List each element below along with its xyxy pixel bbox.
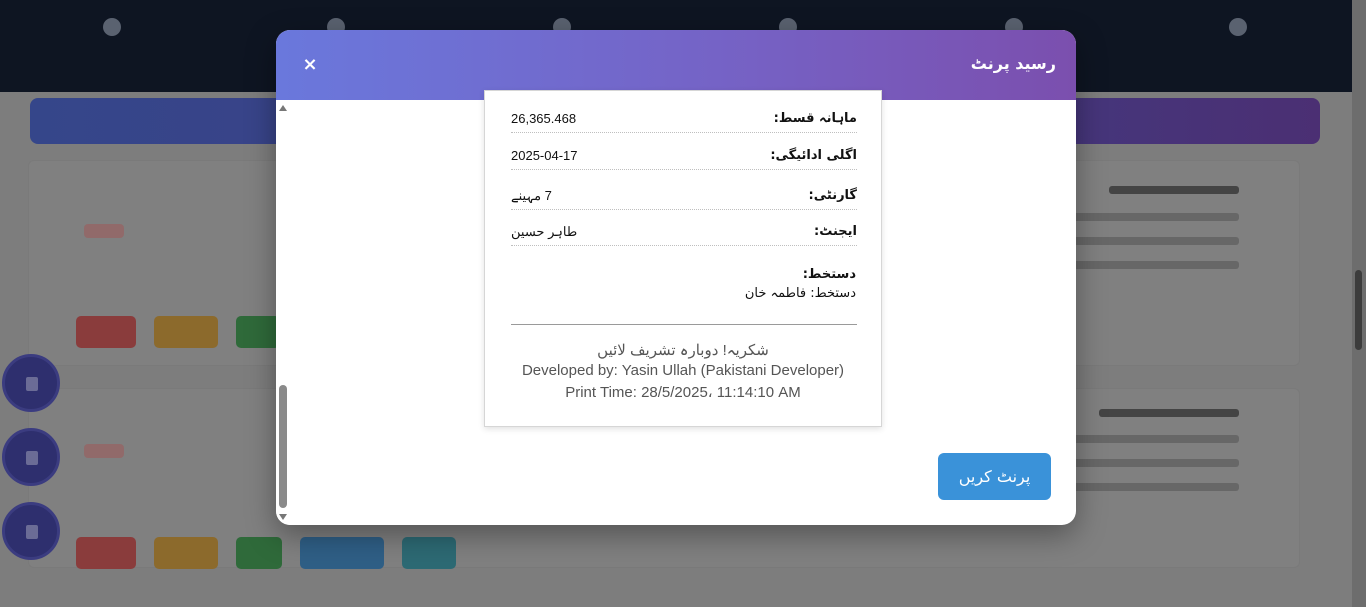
row-label: ماہانہ قسط: bbox=[773, 111, 857, 126]
row-label: ایجنٹ: bbox=[814, 224, 857, 239]
signature-label: دستخط: bbox=[802, 267, 856, 282]
receipt-preview: ماہانہ قسط: 26,365.468 اگلی ادائیگی: 202… bbox=[484, 90, 882, 427]
close-icon[interactable]: × bbox=[300, 55, 320, 75]
print-time: Print Time: 28/5/2025، 11:14:10 AM bbox=[565, 384, 801, 401]
receipt-row-next-payment: اگلی ادائیگی: 2025-04-17 bbox=[511, 144, 857, 170]
row-value: طاہر حسین bbox=[511, 224, 578, 239]
nav-item-home bbox=[1208, 18, 1268, 46]
row-value: 2025-04-17 bbox=[511, 148, 578, 163]
modal-title: رسید پرنٹ bbox=[970, 54, 1056, 73]
print-receipt-modal: × رسید پرنٹ ماہانہ قسط: 26,365.468 اگلی … bbox=[276, 30, 1076, 525]
status-badge bbox=[84, 224, 124, 238]
modal-scrollbar[interactable] bbox=[276, 100, 290, 525]
receipt-row-monthly-installment: ماہانہ قسط: 26,365.468 bbox=[511, 107, 857, 133]
print-button[interactable]: پرنٹ کریں bbox=[938, 453, 1051, 500]
bg-button bbox=[236, 316, 280, 348]
page-scrollbar-thumb[interactable] bbox=[1355, 270, 1362, 350]
floating-action-button bbox=[2, 428, 60, 486]
developer-credit: Developed by: Yasin Ullah (Pakistani Dev… bbox=[521, 362, 845, 379]
bg-button bbox=[76, 537, 136, 569]
receipt-divider bbox=[511, 324, 857, 325]
scroll-up-arrow-icon[interactable] bbox=[279, 105, 287, 111]
bg-button bbox=[154, 537, 218, 569]
nav-item-settings bbox=[82, 18, 142, 46]
bg-button bbox=[154, 316, 218, 348]
floating-action-button bbox=[2, 502, 60, 560]
signature-value: دستخط: فاطمہ خان bbox=[744, 286, 856, 301]
receipt-row-guarantee: گارنٹی: 7 مہینے bbox=[511, 184, 857, 210]
row-value: 26,365.468 bbox=[511, 111, 577, 126]
modal-scrollbar-thumb[interactable] bbox=[279, 385, 287, 508]
status-badge bbox=[84, 444, 124, 458]
bg-button bbox=[402, 537, 456, 569]
row-label: اگلی ادائیگی: bbox=[770, 148, 857, 163]
bg-button bbox=[76, 316, 136, 348]
scroll-down-arrow-icon[interactable] bbox=[279, 514, 287, 520]
bg-button bbox=[300, 537, 384, 569]
row-value: 7 مہینے bbox=[511, 188, 552, 203]
modal-body: ماہانہ قسط: 26,365.468 اگلی ادائیگی: 202… bbox=[276, 90, 1076, 525]
page-scrollbar[interactable] bbox=[1352, 0, 1366, 607]
floating-action-button bbox=[2, 354, 60, 412]
bg-button bbox=[236, 537, 282, 569]
row-label: گارنٹی: bbox=[808, 188, 857, 203]
receipt-row-agent: ایجنٹ: طاہر حسین bbox=[511, 220, 857, 246]
thanks-message: شکریہ! دوبارہ تشریف لائیں bbox=[597, 342, 769, 359]
